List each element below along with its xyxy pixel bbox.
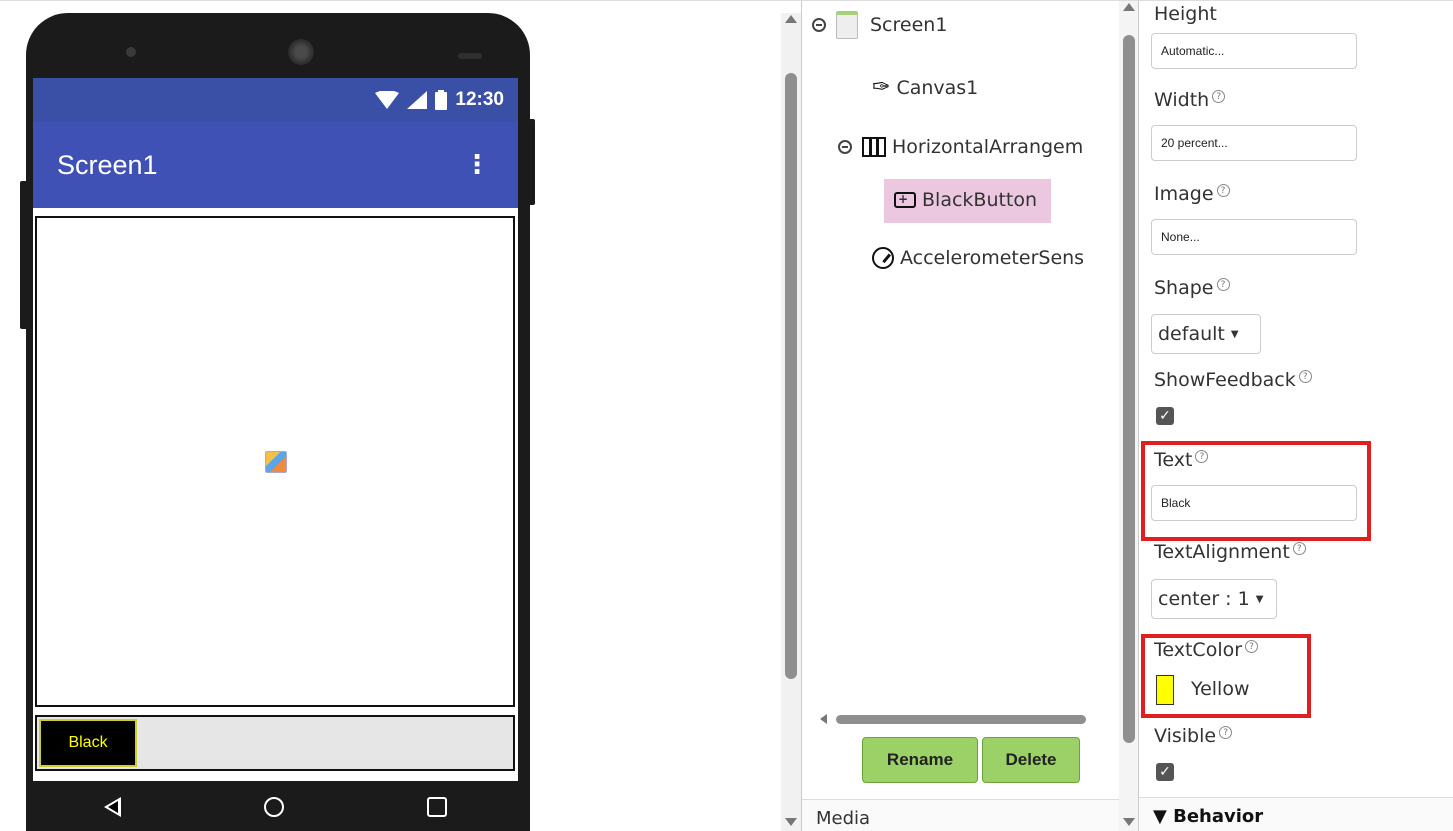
textcolor-value[interactable]: Yellow bbox=[1191, 678, 1250, 700]
shape-select[interactable]: default ▼ bbox=[1151, 314, 1261, 354]
textalignment-label: TextAlignment? bbox=[1154, 541, 1306, 563]
battery-icon bbox=[435, 90, 448, 110]
home-icon[interactable] bbox=[263, 797, 284, 817]
help-icon[interactable]: ? bbox=[1298, 369, 1312, 383]
behavior-header[interactable]: ▼ Behavior bbox=[1139, 797, 1453, 831]
signal-icon bbox=[407, 91, 428, 109]
canvas-image-icon bbox=[265, 451, 287, 473]
properties-panel: Height Automatic... Width? 20 percent...… bbox=[1139, 1, 1453, 831]
rename-button[interactable]: Rename bbox=[862, 737, 978, 783]
shape-label: Shape? bbox=[1154, 277, 1230, 299]
properties-scrollbar[interactable] bbox=[1119, 1, 1139, 831]
width-label: Width? bbox=[1154, 89, 1226, 111]
phone-screen: 12:30 Screen1 ⋮ Black bbox=[33, 78, 518, 817]
tree-item-accelerometer[interactable]: AccelerometerSens bbox=[872, 247, 1084, 269]
speaker-grille bbox=[288, 39, 314, 65]
android-nav-bar bbox=[33, 781, 518, 831]
tree-item-blackbutton[interactable]: + BlackButton bbox=[884, 179, 1052, 223]
scroll-left-icon[interactable] bbox=[820, 714, 827, 724]
scroll-down-icon[interactable] bbox=[1123, 818, 1135, 826]
black-button-preview[interactable]: Black bbox=[39, 719, 137, 767]
tree-item-screen1[interactable]: Screen1 bbox=[812, 11, 947, 39]
tree-item-canvas1[interactable]: ✑ Canvas1 bbox=[872, 75, 978, 100]
components-horizontal-scrollbar[interactable] bbox=[818, 711, 1100, 727]
scroll-down-icon[interactable] bbox=[785, 818, 797, 826]
tree-item-label: Canvas1 bbox=[896, 76, 979, 99]
triangle-down-icon: ▼ bbox=[1153, 806, 1174, 827]
help-icon[interactable]: ? bbox=[1216, 183, 1230, 197]
collapse-icon[interactable] bbox=[838, 140, 852, 154]
delete-button[interactable]: Delete bbox=[982, 737, 1080, 783]
button-icon: + bbox=[894, 192, 916, 208]
visible-checkbox[interactable]: ✓ bbox=[1156, 763, 1174, 781]
recents-icon[interactable] bbox=[426, 797, 447, 817]
collapse-icon[interactable] bbox=[812, 18, 826, 32]
scrollbar-thumb[interactable] bbox=[1123, 35, 1135, 743]
scroll-up-icon[interactable] bbox=[1123, 3, 1135, 11]
help-icon[interactable]: ? bbox=[1245, 639, 1259, 653]
showfeedback-checkbox[interactable]: ✓ bbox=[1156, 407, 1174, 425]
paintbrush-icon: ✑ bbox=[872, 75, 891, 100]
textcolor-label: TextColor? bbox=[1154, 639, 1259, 661]
visible-label: Visible? bbox=[1154, 725, 1233, 747]
help-icon[interactable]: ? bbox=[1216, 277, 1230, 291]
tree-item-label: BlackButton bbox=[922, 189, 1038, 211]
help-icon[interactable]: ? bbox=[1292, 541, 1306, 555]
wifi-icon bbox=[375, 91, 400, 109]
components-panel: Screen1 ✑ Canvas1 HorizontalArrangem + B… bbox=[801, 1, 1119, 831]
status-time: 12:30 bbox=[455, 89, 504, 110]
textcolor-swatch[interactable] bbox=[1156, 675, 1174, 705]
status-bar: 12:30 bbox=[33, 78, 518, 122]
tree-item-horizontal-arrangement[interactable]: HorizontalArrangem bbox=[838, 136, 1083, 158]
media-header[interactable]: Media bbox=[802, 799, 1119, 831]
proximity-sensor bbox=[458, 53, 482, 59]
components-vertical-scrollbar[interactable] bbox=[781, 13, 801, 831]
front-camera bbox=[126, 47, 136, 57]
showfeedback-label: ShowFeedback? bbox=[1154, 369, 1312, 391]
image-label: Image? bbox=[1154, 183, 1230, 205]
help-icon[interactable]: ? bbox=[1212, 89, 1226, 103]
textalignment-select[interactable]: center : 1 ▼ bbox=[1151, 579, 1277, 619]
horizontal-arrangement-preview[interactable]: Black bbox=[35, 715, 515, 771]
screen-icon bbox=[836, 11, 858, 39]
text-label: Text? bbox=[1154, 449, 1209, 471]
dropdown-caret-icon: ▼ bbox=[1230, 329, 1239, 340]
tree-item-label: AccelerometerSens bbox=[900, 247, 1085, 269]
image-field[interactable]: None... bbox=[1151, 219, 1357, 255]
app-bar: Screen1 ⋮ bbox=[33, 122, 518, 208]
app-inventor-designer: 12:30 Screen1 ⋮ Black Screen1 ✑ Canvas1 … bbox=[0, 0, 1453, 831]
help-icon[interactable]: ? bbox=[1219, 725, 1233, 739]
scrollbar-thumb[interactable] bbox=[836, 715, 1086, 724]
help-icon[interactable]: ? bbox=[1195, 449, 1209, 463]
width-field[interactable]: 20 percent... bbox=[1151, 125, 1357, 161]
overflow-menu-icon[interactable]: ⋮ bbox=[464, 152, 490, 178]
app-title: Screen1 bbox=[57, 149, 158, 180]
scrollbar-thumb[interactable] bbox=[785, 73, 797, 679]
scroll-up-icon[interactable] bbox=[785, 15, 797, 23]
dropdown-caret-icon: ▼ bbox=[1255, 594, 1264, 605]
canvas1-preview[interactable] bbox=[35, 216, 515, 707]
accelerometer-icon bbox=[872, 247, 894, 269]
text-field[interactable]: Black bbox=[1151, 485, 1357, 521]
height-label: Height bbox=[1154, 3, 1217, 25]
horizontal-arrangement-icon bbox=[862, 137, 886, 157]
height-field[interactable]: Automatic... bbox=[1151, 33, 1357, 69]
back-icon[interactable] bbox=[104, 797, 122, 817]
tree-item-label: Screen1 bbox=[870, 14, 948, 36]
tree-item-label: HorizontalArrangem bbox=[892, 136, 1084, 158]
